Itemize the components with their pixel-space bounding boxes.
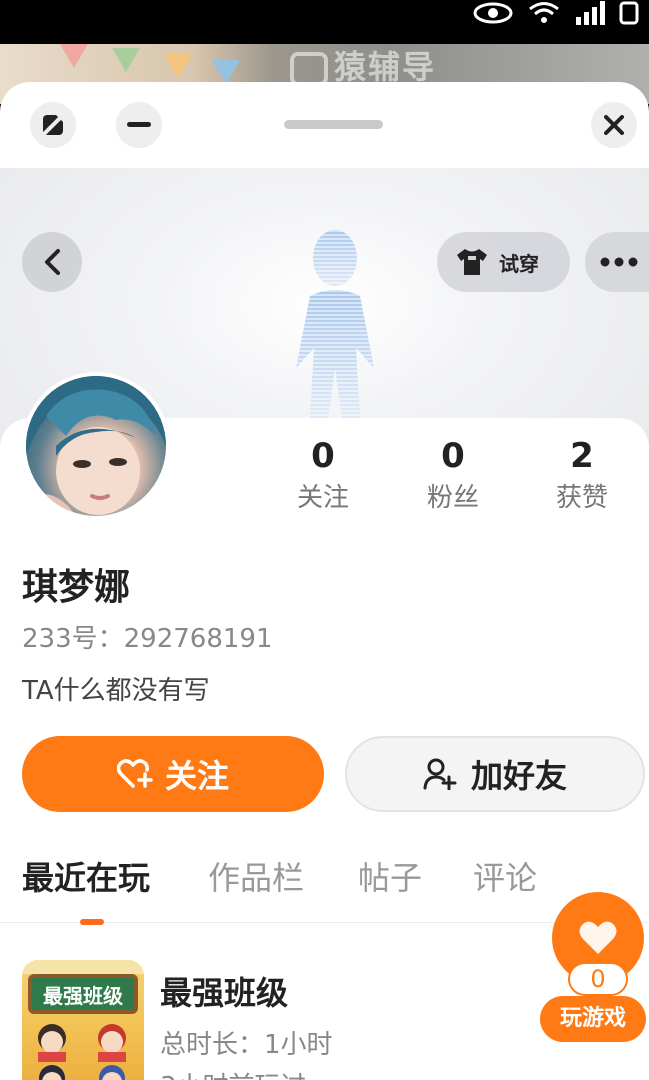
stat-value: 0: [311, 436, 335, 476]
try-on-button[interactable]: 试穿: [437, 232, 570, 292]
add-friend-button[interactable]: 加好友: [345, 736, 645, 812]
game-last-played: 3小时前玩过: [160, 1066, 307, 1080]
tab-recently-played[interactable]: 最近在玩: [22, 843, 150, 913]
status-bar: [0, 0, 649, 44]
user-id-value: 292768191: [123, 624, 273, 654]
profile-stats: 0 关注 0 粉丝 2 获赞: [289, 434, 649, 524]
user-bio: TA什么都没有写: [22, 676, 210, 706]
username: 琪梦娜: [22, 567, 131, 608]
back-button[interactable]: [22, 232, 82, 292]
try-on-label: 试穿: [499, 251, 539, 276]
minus-icon: [127, 122, 151, 127]
stat-value: 2: [570, 436, 594, 476]
game-icon-art: 最强班级: [22, 960, 144, 1080]
wifi-icon: [529, 2, 559, 23]
tab-works[interactable]: 作品栏: [208, 843, 304, 913]
pennant-decoration: [60, 44, 88, 68]
game-icon-text: 最强班级: [43, 984, 123, 1008]
minimize-button[interactable]: [116, 102, 162, 148]
close-icon: [604, 115, 624, 135]
close-button[interactable]: [591, 102, 637, 148]
battery-icon: [619, 1, 639, 25]
stat-label: 关注: [296, 483, 349, 513]
expand-icon: [42, 114, 64, 136]
avatar-image: [26, 376, 166, 516]
tab-comments[interactable]: 评论: [473, 843, 537, 913]
eye-icon: [473, 2, 513, 24]
heart-icon: [579, 921, 617, 954]
floating-play-widget: 0 玩游戏: [540, 892, 648, 1052]
avatar-3d-figure: [296, 230, 374, 418]
stat-value: 0: [441, 436, 465, 476]
signal-icon: [576, 1, 605, 25]
like-count: 0: [568, 962, 628, 996]
stat-label: 获赞: [555, 483, 608, 513]
back-icon: [45, 249, 60, 275]
play-game-button[interactable]: 玩游戏: [540, 996, 646, 1042]
add-friend-label: 加好友: [470, 757, 567, 795]
active-tab-indicator: [80, 919, 104, 925]
pennant-decoration: [212, 60, 240, 84]
add-user-icon: [423, 758, 457, 790]
status-icons: [473, 0, 649, 26]
more-button[interactable]: [585, 232, 649, 292]
pennant-decoration: [164, 54, 192, 78]
tshirt-icon: [457, 249, 487, 275]
stat-likes[interactable]: 2 获赞: [532, 434, 632, 518]
game-icon: 最强班级: [22, 960, 144, 1080]
user-id[interactable]: 233号：292768191: [22, 618, 273, 655]
follow-label: 关注: [164, 757, 229, 795]
avatar[interactable]: [22, 372, 170, 520]
game-title: 最强班级: [160, 974, 289, 1012]
stat-label: 粉丝: [426, 483, 479, 513]
stat-following[interactable]: 0 关注: [273, 434, 373, 518]
follow-button[interactable]: 关注: [22, 736, 324, 812]
user-id-label: 233号：: [22, 624, 124, 654]
game-play-duration: 总时长：1小时: [160, 1030, 333, 1060]
more-icon: [600, 257, 638, 267]
tab-posts[interactable]: 帖子: [358, 843, 422, 913]
pennant-decoration: [112, 48, 140, 72]
sheet-top-controls: [0, 82, 649, 168]
expand-button[interactable]: [30, 102, 76, 148]
watermark-logo-icon: [290, 52, 328, 86]
heart-plus-icon: [116, 759, 153, 788]
watermark-text: 猿辅导: [334, 48, 437, 86]
drag-handle[interactable]: [284, 120, 383, 129]
stat-followers[interactable]: 0 粉丝: [403, 434, 503, 518]
avatar-illustration: [26, 376, 166, 516]
